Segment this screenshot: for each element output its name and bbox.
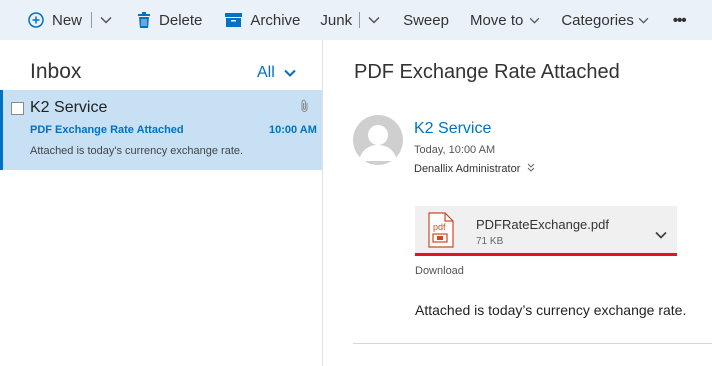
categories-label: Categories (561, 11, 634, 29)
filter-label: All (257, 64, 275, 81)
chevron-down-icon[interactable] (655, 226, 667, 244)
sweep-label: Sweep (403, 11, 449, 29)
message-time: 10:00 AM (269, 124, 317, 136)
move-to-button[interactable]: Move to (470, 0, 540, 40)
divider (353, 343, 712, 344)
toolbar-separator (91, 12, 93, 28)
paperclip-icon (300, 99, 309, 118)
attachment-size: 71 KB (476, 236, 504, 247)
archive-label: Archive (250, 11, 301, 29)
chevron-down-icon (275, 64, 296, 82)
archive-icon (225, 13, 243, 27)
pdf-file-icon: pdf (423, 212, 459, 253)
junk-dropdown-chevron-icon[interactable] (368, 0, 380, 40)
plus-circle-icon (28, 12, 44, 28)
chevron-down-icon (638, 17, 649, 24)
archive-button[interactable]: Archive (225, 0, 300, 40)
attachment-name: PDFRateExchange.pdf (476, 217, 609, 232)
message-date: Today, 10:00 AM (414, 144, 496, 156)
delete-label: Delete (159, 11, 203, 29)
recipient-line[interactable]: Denallix Administrator (414, 163, 535, 175)
sweep-button[interactable]: Sweep (403, 0, 449, 40)
sender-name-link[interactable]: K2 Service (414, 120, 491, 138)
message-checkbox[interactable] (11, 102, 24, 115)
new-dropdown-chevron-icon[interactable] (100, 0, 112, 40)
attachment-underline (415, 253, 677, 256)
filter-dropdown[interactable]: All (257, 64, 296, 82)
message-body: Attached is today’s currency exchange ra… (415, 302, 687, 318)
message-sender: K2 Service (30, 99, 108, 116)
message-title: PDF Exchange Rate Attached (354, 61, 620, 83)
more-options-button[interactable]: ••• (672, 0, 687, 40)
recipient-name: Denallix Administrator (414, 163, 521, 175)
move-to-label: Move to (469, 11, 524, 29)
reading-pane: PDF Exchange Rate Attached K2 Service To… (323, 40, 712, 366)
folder-title: Inbox (30, 60, 82, 83)
download-link[interactable]: Download (415, 265, 464, 277)
chevron-down-icon (529, 17, 540, 24)
new-label: New (52, 11, 83, 29)
new-button[interactable]: New (28, 0, 82, 40)
attachment-card[interactable]: pdf PDFRateExchange.pdf 71 KB (415, 206, 677, 254)
avatar-silhouette-icon (353, 115, 403, 165)
more-options-label: ••• (672, 11, 687, 29)
list-item[interactable]: K2 Service PDF Exchange Rate Attached 10… (0, 90, 322, 170)
message-subject: PDF Exchange Rate Attached (30, 124, 184, 136)
message-list-pane: Inbox All K2 Service PDF Exchange Rate A… (0, 40, 323, 366)
command-toolbar: New Delete Archive Junk Sweep Move to Ca… (0, 0, 712, 40)
categories-button[interactable]: Categories (561, 0, 649, 40)
double-chevron-icon (520, 163, 535, 175)
junk-label: Junk (320, 11, 353, 29)
message-preview: Attached is today's currency exchange ra… (30, 145, 244, 157)
pdf-icon-label: pdf (433, 222, 446, 232)
junk-button[interactable]: Junk (320, 0, 352, 40)
delete-button[interactable]: Delete (137, 0, 202, 40)
trash-icon (137, 12, 151, 28)
toolbar-separator (359, 12, 361, 28)
